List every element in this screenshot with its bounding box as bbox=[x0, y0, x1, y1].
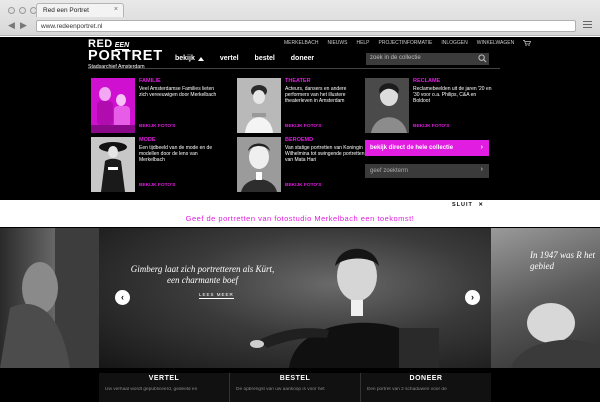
browser-tab[interactable]: Red een Portret × bbox=[36, 3, 124, 17]
tab-title: Red een Portret bbox=[43, 7, 89, 14]
window-controls bbox=[8, 7, 37, 14]
category-reclame[interactable]: RECLAME Reclamebeelden uit de jaren '20 … bbox=[365, 78, 495, 136]
category-desc: Reclamebeelden uit de jaren '20 en '30 v… bbox=[413, 86, 492, 104]
bottom-vertel[interactable]: VERTEL Uw verhaal wordt gepubliceerd, ge… bbox=[99, 373, 229, 402]
forward-icon[interactable]: ▶ bbox=[20, 21, 27, 30]
search-icon[interactable] bbox=[478, 54, 487, 63]
read-more-link[interactable]: LEES MEER bbox=[199, 292, 234, 299]
bottom-heading: DONEER bbox=[409, 375, 443, 382]
bottom-doneer[interactable]: DONEER Een portret van 2 schaduwen voor … bbox=[360, 373, 491, 402]
category-more-link[interactable]: BEKIJK FOTO'S bbox=[139, 124, 176, 129]
minimize-window-button[interactable] bbox=[19, 7, 26, 14]
category-title: RECLAME bbox=[413, 78, 441, 84]
bottom-heading: BESTEL bbox=[279, 375, 311, 382]
mode-photo bbox=[91, 137, 135, 192]
next-slide-photo bbox=[511, 303, 600, 368]
close-window-button[interactable] bbox=[8, 7, 15, 14]
category-title: BEROEMD bbox=[285, 137, 314, 143]
next-arrow-icon[interactable]: › bbox=[465, 290, 480, 305]
category-theater[interactable]: THEATER Acteurs, dansers en andere perfo… bbox=[237, 78, 367, 136]
category-desc: Acteurs, dansers en andere performers va… bbox=[285, 86, 347, 104]
topnav-inloggen[interactable]: INLOGGEN bbox=[441, 40, 467, 46]
bottom-bestel[interactable]: BESTEL De opbrengst van uw aankoop is vo… bbox=[229, 373, 360, 402]
logo-portret: PORTRET bbox=[88, 48, 163, 64]
hero-previous-slide[interactable] bbox=[0, 228, 99, 368]
search-placeholder: zoek in de collectie bbox=[370, 55, 421, 61]
search-term-input[interactable]: geef zoekterm › bbox=[365, 164, 489, 178]
familie-photo bbox=[91, 78, 135, 133]
topnav-nieuws[interactable]: NIEUWS bbox=[327, 40, 347, 46]
beroemd-photo bbox=[237, 137, 281, 192]
category-desc: Van statige portretten van Koningin Wilh… bbox=[285, 145, 365, 163]
browser-menu-icon[interactable] bbox=[583, 21, 592, 30]
gimberg-photo bbox=[250, 248, 439, 368]
topnav-winkelwagen[interactable]: WINKELWAGEN bbox=[477, 40, 515, 46]
bottom-heading: VERTEL bbox=[148, 375, 180, 382]
url-text: www.redeenportret.nl bbox=[41, 23, 103, 30]
chevron-right-icon[interactable]: › bbox=[481, 166, 483, 173]
category-familie[interactable]: FAMILIE Veel Amsterdamse Families lieten… bbox=[91, 78, 221, 136]
search-input[interactable]: zoek in de collectie bbox=[366, 53, 489, 65]
bottom-text: Uw verhaal wordt gepubliceerd, gedeeld e… bbox=[105, 387, 198, 392]
category-title: MODE bbox=[139, 137, 156, 143]
top-navigation: MERKELBACH NIEUWS HELP PROJECTINFORMATIE… bbox=[284, 40, 532, 46]
site-logo[interactable]: RED EEN PORTRET Stadsarchief Amsterdam bbox=[88, 38, 163, 70]
logo-subtitle: Stadsarchief Amsterdam bbox=[88, 64, 145, 70]
promo-text[interactable]: Geef de portretten van fotostudio Merkel… bbox=[0, 214, 600, 223]
chevron-right-icon: › bbox=[480, 144, 483, 151]
category-more-link[interactable]: BEKIJK FOTO'S bbox=[413, 124, 450, 129]
back-icon[interactable]: ◀ bbox=[8, 21, 15, 30]
nav-bestel[interactable]: bestel bbox=[255, 55, 275, 62]
topnav-merkelbach[interactable]: MERKELBACH bbox=[284, 40, 318, 46]
nav-bekijk-label: bekijk bbox=[175, 55, 195, 62]
topnav-projectinformatie[interactable]: PROJECTINFORMATIE bbox=[379, 40, 433, 46]
bottom-actions: VERTEL Uw verhaal wordt gepubliceerd, ge… bbox=[99, 373, 491, 402]
bottom-text: Een portret van 2 schaduwen voor de bbox=[367, 387, 447, 392]
sluit-button[interactable]: SLUIT ✕ bbox=[452, 202, 484, 208]
previous-arrow-icon[interactable]: ‹ bbox=[115, 290, 130, 305]
category-more-link[interactable]: BEKIJK FOTO'S bbox=[285, 124, 322, 129]
category-mode[interactable]: MODE Een tijdbeeld van de mode en de mod… bbox=[91, 137, 221, 195]
topnav-help[interactable]: HELP bbox=[356, 40, 369, 46]
main-navigation: bekijk vertel bestel doneer bbox=[175, 55, 314, 62]
nav-doneer[interactable]: doneer bbox=[291, 55, 314, 62]
browser-chrome: Red een Portret × ◀ ▶ www.redeenportret.… bbox=[0, 0, 600, 36]
close-bar: SLUIT ✕ bbox=[0, 200, 600, 211]
category-title: THEATER bbox=[285, 78, 311, 84]
next-slide-quote: In 1947 was R het gebied bbox=[530, 250, 595, 271]
category-beroemd[interactable]: BEROEMD Van statige portretten van Konin… bbox=[237, 137, 367, 195]
hero-current-slide[interactable] bbox=[99, 228, 491, 368]
view-collection-button[interactable]: bekijk direct de hele collectie › bbox=[365, 140, 489, 156]
cart-icon[interactable] bbox=[523, 40, 532, 46]
sluit-label: SLUIT bbox=[452, 202, 473, 208]
hero-quote: Gimberg laat zich portretteren als Kürt,… bbox=[130, 264, 275, 285]
reclame-photo bbox=[365, 78, 409, 133]
view-collection-label: bekijk direct de hele collectie bbox=[370, 145, 454, 151]
header-divider bbox=[88, 68, 500, 69]
tab-close-icon[interactable]: × bbox=[114, 6, 118, 13]
nav-vertel[interactable]: vertel bbox=[220, 55, 239, 62]
category-desc: Een tijdbeeld van de mode en de modellen… bbox=[139, 145, 213, 163]
previous-slide-photo bbox=[0, 228, 99, 368]
category-more-link[interactable]: BEKIJK FOTO'S bbox=[139, 183, 176, 188]
bottom-text: De opbrengst van uw aankoop is voor het bbox=[236, 387, 325, 392]
chevron-up-icon bbox=[197, 56, 204, 61]
hero-next-slide[interactable] bbox=[491, 228, 600, 368]
search-term-placeholder: geef zoekterm bbox=[370, 168, 409, 174]
address-bar[interactable]: www.redeenportret.nl bbox=[36, 20, 576, 32]
category-title: FAMILIE bbox=[139, 78, 161, 84]
nav-bekijk[interactable]: bekijk bbox=[175, 55, 204, 62]
hero-carousel: Gimberg laat zich portretteren als Kürt,… bbox=[0, 228, 600, 368]
sluit-close-icon: ✕ bbox=[478, 202, 485, 208]
category-desc: Veel Amsterdamse Families lieten zich ve… bbox=[139, 86, 217, 98]
theater-photo bbox=[237, 78, 281, 133]
category-more-link[interactable]: BEKIJK FOTO'S bbox=[285, 183, 322, 188]
